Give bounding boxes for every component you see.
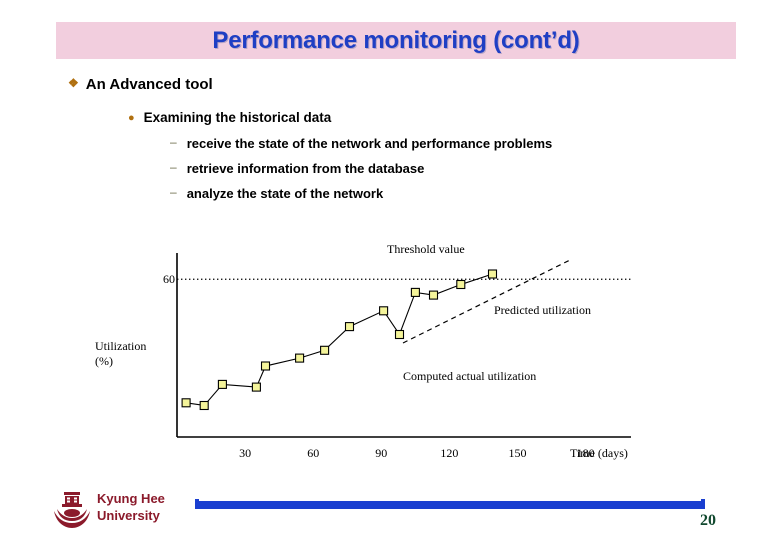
page-number: 20 xyxy=(700,512,716,529)
dash-bullet-icon: – xyxy=(170,135,177,149)
data-point-marker xyxy=(344,322,355,332)
predicted-utilization-label: Predicted utilization xyxy=(494,303,591,317)
computed-actual-utilization-label: Computed actual utilization xyxy=(403,369,537,383)
bullet-level2-label: Examining the historical data xyxy=(143,110,332,125)
data-point-marker xyxy=(217,379,227,389)
bullet-level3-retrieve-information: – retrieve information from the database xyxy=(170,160,424,176)
predicted-utilization-line xyxy=(402,258,573,344)
x-axis-tick-150: 150 xyxy=(508,446,527,460)
bullet-level1-an-advanced-tool: ❖ An Advanced tool xyxy=(68,76,213,93)
page-title: Performance monitoring (cont’d) xyxy=(212,27,580,54)
data-point-marker xyxy=(251,382,261,392)
data-point-marker xyxy=(320,345,330,355)
data-point-marker xyxy=(260,361,271,371)
footer-organization-line2: University xyxy=(97,508,160,523)
bullet-level3-label: retrieve information from the database xyxy=(186,161,425,176)
data-point-marker xyxy=(295,353,305,363)
dash-bullet-icon: – xyxy=(170,185,177,199)
diamond-bullet-icon: ❖ xyxy=(68,76,79,90)
data-point-marker xyxy=(379,306,389,316)
bullet-level3-receive-state: – receive the state of the network and pe… xyxy=(170,135,552,151)
data-point-marker xyxy=(428,290,439,300)
y-axis-title-line2: (%) xyxy=(95,354,113,368)
x-axis-tick-180: 180 xyxy=(576,446,595,460)
x-axis-tick-60: 60 xyxy=(307,446,320,460)
bullet-level2-examining-historical-data: ● Examining the historical data xyxy=(128,110,331,125)
data-point-marker xyxy=(394,329,405,340)
dot-bullet-icon: ● xyxy=(128,112,135,124)
footer-organization-line1: Kyung Hee xyxy=(97,491,165,506)
data-point-marker xyxy=(199,400,209,411)
bullet-level3-label: analyze the state of the network xyxy=(186,186,384,201)
footer-organization: Kyung Hee University xyxy=(97,490,165,524)
x-axis-tick-90: 90 xyxy=(375,446,388,460)
kyung-hee-university-crest-icon xyxy=(54,492,90,528)
bullet-level1-label: An Advanced tool xyxy=(85,76,213,93)
computed-trend-line xyxy=(186,273,493,407)
x-axis-tick-120: 120 xyxy=(440,446,459,460)
data-point-marker xyxy=(487,269,498,279)
y-axis-tick-60: 60 xyxy=(163,272,175,287)
threshold-value-label: Threshold value xyxy=(387,242,465,256)
data-point-markers xyxy=(181,269,498,411)
data-point-marker xyxy=(410,287,420,297)
bullet-level3-analyze-state: – analyze the state of the network xyxy=(170,185,383,201)
slide-title-band: Performance monitoring (cont’d) xyxy=(56,22,736,59)
y-axis-title: Utilization (%) xyxy=(95,339,146,369)
x-axis-tick-30: 30 xyxy=(239,446,252,460)
bullet-level3-label: receive the state of the network and per… xyxy=(186,136,553,151)
dash-bullet-icon: – xyxy=(170,160,177,174)
data-point-marker xyxy=(181,398,191,408)
y-axis-title-line1: Utilization xyxy=(95,339,147,353)
data-point-marker xyxy=(456,279,466,290)
footer-accent-bar xyxy=(195,499,705,509)
